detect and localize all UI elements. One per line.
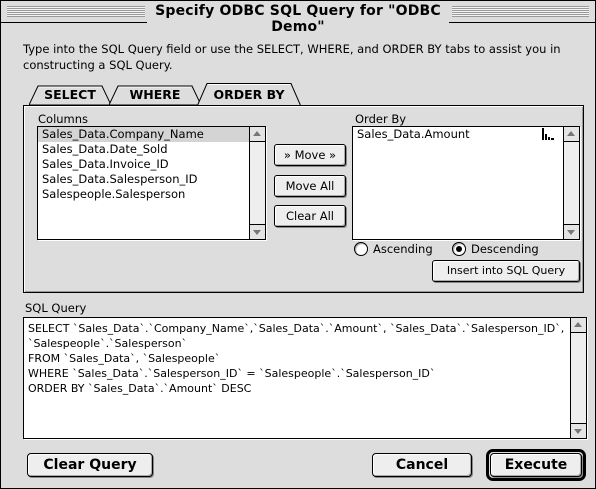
ascending-radio[interactable]: Ascending bbox=[354, 242, 444, 256]
tab-order-by[interactable]: ORDER BY bbox=[197, 83, 301, 107]
sql-query-text[interactable]: SELECT `Sales_Data`.`Company_Name`,`Sale… bbox=[28, 321, 566, 396]
columns-label: Columns bbox=[38, 112, 89, 126]
order-by-label: Order By bbox=[355, 112, 407, 126]
window-title: Specify ODBC SQL Query for "ODBC Demo" bbox=[147, 3, 449, 35]
order-by-list[interactable]: Sales_Data.Amount bbox=[352, 126, 580, 240]
title-bar[interactable]: Specify ODBC SQL Query for "ODBC Demo" bbox=[1, 1, 595, 35]
execute-button[interactable]: Execute bbox=[490, 453, 582, 477]
order-by-scrollbar[interactable] bbox=[563, 127, 579, 239]
scroll-up-arrow-icon[interactable] bbox=[564, 127, 579, 142]
insert-into-sql-query-button[interactable]: Insert into SQL Query bbox=[432, 260, 580, 282]
title-bar-stripes-right bbox=[452, 6, 589, 17]
sql-query-field[interactable]: SELECT `Sales_Data`.`Company_Name`,`Sale… bbox=[23, 317, 587, 439]
ascending-label: Ascending bbox=[373, 242, 433, 256]
columns-scrollbar[interactable] bbox=[249, 127, 265, 239]
order-by-list-item[interactable]: Sales_Data.Amount bbox=[353, 127, 563, 142]
title-bar-stripes-left bbox=[7, 6, 145, 17]
columns-list-item[interactable]: Sales_Data.Invoice_ID bbox=[38, 157, 249, 172]
tab-order-by-label: ORDER BY bbox=[213, 87, 285, 102]
move-button[interactable]: » Move » bbox=[274, 144, 346, 166]
cancel-button[interactable]: Cancel bbox=[372, 453, 472, 477]
sort-descending-icon bbox=[542, 128, 554, 140]
order-by-panel: Columns Order By Sales_Data.Company_Name… bbox=[23, 105, 584, 293]
tab-where-label: WHERE bbox=[129, 87, 181, 102]
scroll-down-arrow-icon[interactable] bbox=[564, 224, 579, 239]
scroll-up-arrow-icon[interactable] bbox=[250, 127, 265, 142]
columns-list-item[interactable]: Sales_Data.Company_Name bbox=[38, 127, 249, 142]
clear-query-button[interactable]: Clear Query bbox=[27, 453, 153, 477]
columns-list-item[interactable]: Salespeople.Salesperson bbox=[38, 187, 249, 202]
descending-radio[interactable]: Descending bbox=[452, 242, 552, 256]
columns-list-item[interactable]: Sales_Data.Salesperson_ID bbox=[38, 172, 249, 187]
scroll-up-arrow-icon[interactable] bbox=[571, 318, 586, 333]
descending-label: Descending bbox=[471, 242, 539, 256]
clear-all-button[interactable]: Clear All bbox=[274, 205, 346, 227]
radio-circle-icon bbox=[354, 242, 368, 256]
radio-selected-icon bbox=[452, 242, 466, 256]
columns-list[interactable]: Sales_Data.Company_Name Sales_Data.Date_… bbox=[37, 126, 266, 240]
sql-query-scrollbar[interactable] bbox=[570, 318, 586, 438]
instructions-text: Type into the SQL Query field or use the… bbox=[23, 42, 561, 72]
tab-select-label: SELECT bbox=[44, 87, 96, 102]
tab-select[interactable]: SELECT bbox=[29, 85, 111, 105]
scroll-down-arrow-icon[interactable] bbox=[250, 224, 265, 239]
move-all-button[interactable]: Move All bbox=[274, 175, 346, 197]
odbc-query-dialog: Specify ODBC SQL Query for "ODBC Demo" T… bbox=[0, 0, 596, 489]
tab-where[interactable]: WHERE bbox=[109, 85, 201, 105]
scroll-down-arrow-icon[interactable] bbox=[571, 423, 586, 438]
sql-query-label: SQL Query bbox=[25, 301, 87, 315]
columns-list-item[interactable]: Sales_Data.Date_Sold bbox=[38, 142, 249, 157]
